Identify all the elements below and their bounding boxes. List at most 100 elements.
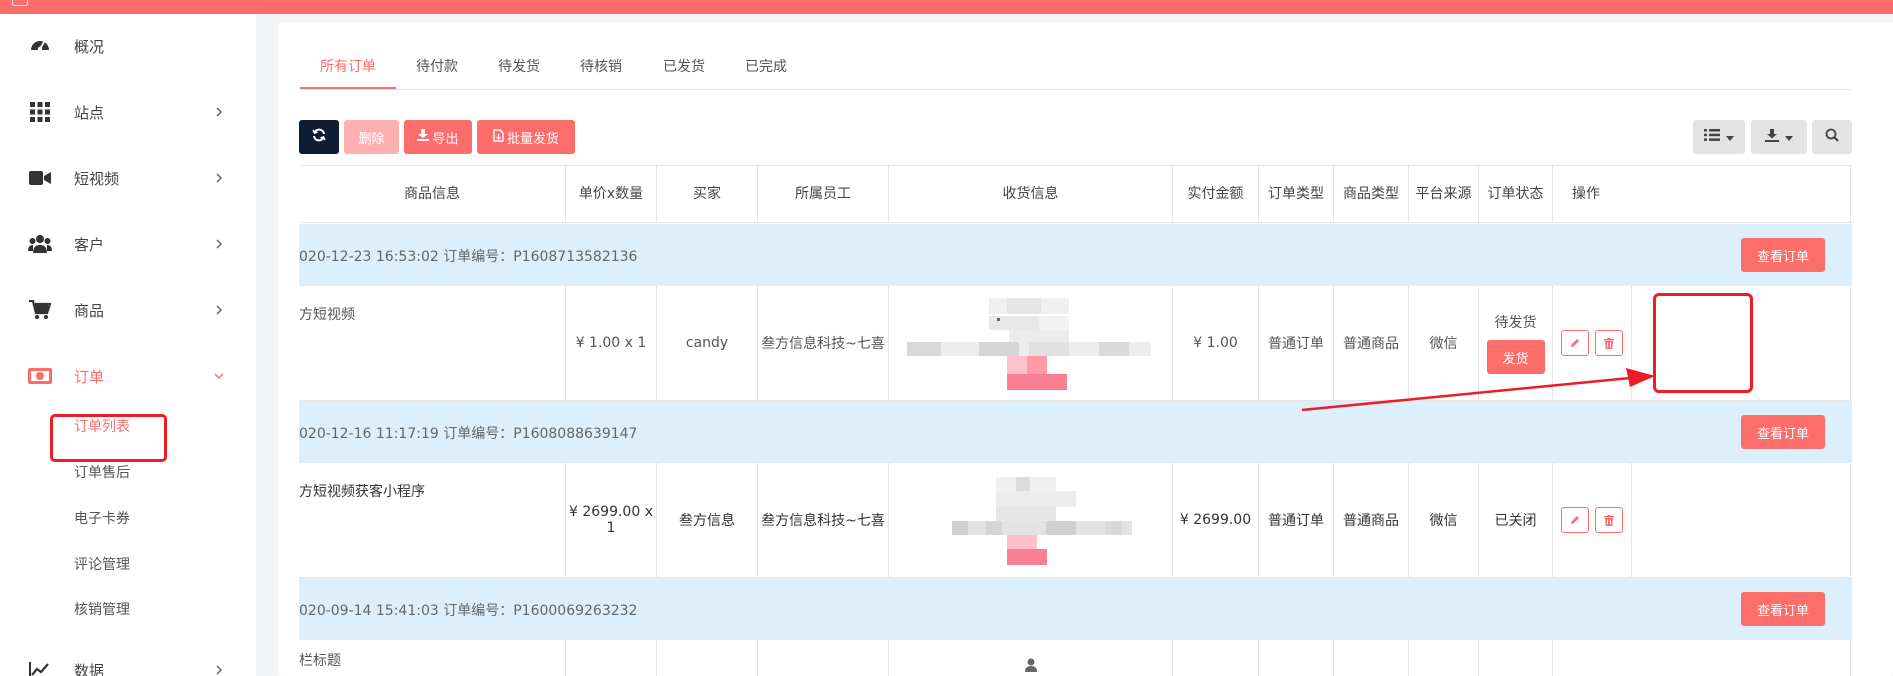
chart-line-icon <box>28 658 52 676</box>
tab-shipped[interactable]: 已发货 <box>663 56 705 90</box>
chevron-right-icon <box>212 171 226 185</box>
table-row: 栏标题 <box>299 640 1852 676</box>
sidebar-item-goods[interactable]: 商品 <box>0 290 256 330</box>
price-quantity: ¥ 1.00 x 1 <box>566 286 657 400</box>
user-icon <box>1024 658 1037 676</box>
chevron-right-icon <box>212 663 226 676</box>
batch-ship-button-label: 批量发货 <box>506 131 559 147</box>
buyer-name: 叁方信息 <box>657 463 758 577</box>
delete-row-button[interactable] <box>1595 507 1623 533</box>
sidebar-item-label: 短视频 <box>74 169 120 188</box>
chevron-right-icon <box>212 105 226 119</box>
delete-button[interactable]: 删除 <box>344 120 399 154</box>
sidebar-subitem-comments[interactable]: 评论管理 <box>0 546 256 580</box>
orders-table-header: 商品信息 单价x数量 买家 所属员工 收货信息 实付金额 订单类型 商品类型 平… <box>299 165 1852 223</box>
tab-all-orders[interactable]: 所有订单 <box>320 56 376 90</box>
export-data-button[interactable] <box>1751 120 1807 154</box>
edit-button[interactable] <box>1561 330 1589 356</box>
sidebar-subitem-label: 订单售后 <box>74 465 130 481</box>
order-status: 已关闭 <box>1479 463 1553 577</box>
pencil-icon <box>1571 516 1579 524</box>
sidebar-item-customers[interactable]: 客户 <box>0 224 256 264</box>
batch-ship-button[interactable]: 批量发货 <box>477 120 575 154</box>
tab-completed[interactable]: 已完成 <box>745 56 787 90</box>
view-order-button[interactable]: 查看订单 <box>1741 415 1825 449</box>
employee-name <box>758 640 889 676</box>
price-quantity: ¥ 2699.00 x 1 <box>566 463 657 577</box>
caret-down-icon <box>1726 130 1734 145</box>
column-header-platform: 平台来源 <box>1409 166 1479 222</box>
tab-pending-payment[interactable]: 待付款 <box>416 56 458 90</box>
list-icon <box>1704 129 1720 145</box>
platform-source: 微信 <box>1409 463 1479 577</box>
sidebar-subitem-label: 核销管理 <box>74 602 130 618</box>
product-name: 方短视频获客小程序 <box>299 463 566 577</box>
tab-pending-verification[interactable]: 待核销 <box>580 56 622 90</box>
product-name: 栏标题 <box>299 640 566 676</box>
column-header-actions: 操作 <box>1553 166 1851 222</box>
cart-icon <box>28 298 52 322</box>
order-group-header: 020-09-14 15:41:03 订单编号：P1600069263232 查… <box>299 578 1852 640</box>
order-group-title: 020-12-16 11:17:19 订单编号：P1608088639147 <box>299 426 638 442</box>
sidebar-item-label: 订单 <box>74 367 105 386</box>
search-button[interactable] <box>1812 120 1852 154</box>
sidebar-item-orders[interactable]: 订单 <box>0 356 256 396</box>
active-tab-indicator <box>300 87 396 89</box>
sidebar-subitem-label: 评论管理 <box>74 557 130 573</box>
row-actions <box>1553 640 1851 676</box>
view-order-button[interactable]: 查看订单 <box>1741 238 1825 272</box>
edit-button[interactable] <box>1561 507 1589 533</box>
delete-row-button[interactable] <box>1595 330 1623 356</box>
sidebar-item-label: 数据 <box>74 661 105 676</box>
shipping-info <box>889 640 1173 676</box>
sidebar-item-label: 站点 <box>74 103 105 122</box>
paid-amount: ¥ 2699.00 <box>1173 463 1259 577</box>
pencil-icon <box>1571 339 1579 347</box>
tab-pending-shipment[interactable]: 待发货 <box>498 56 540 90</box>
trash-icon <box>1604 337 1614 349</box>
download-icon <box>1765 128 1779 146</box>
file-import-icon <box>493 128 504 146</box>
sidebar-subitem-after-sales[interactable]: 订单售后 <box>0 454 256 488</box>
sidebar-item-data[interactable]: 数据 <box>0 650 256 676</box>
order-status-tabs: 所有订单 待付款 待发货 待核销 已发货 已完成 <box>300 50 1851 90</box>
search-icon <box>1825 128 1839 146</box>
sidebar: 概况 站点 短视频 客户 商品 订单 订单列表 订单售后 电子卡券 评论管理 核… <box>0 14 256 676</box>
column-toggle-button[interactable] <box>1693 120 1745 154</box>
caret-down-icon <box>1785 130 1793 145</box>
platform-source <box>1409 640 1479 676</box>
price-quantity <box>566 640 657 676</box>
buyer-name: candy <box>657 286 758 400</box>
sidebar-item-label: 商品 <box>74 301 105 320</box>
export-button[interactable]: 导出 <box>404 120 472 154</box>
sidebar-subitem-verification[interactable]: 核销管理 <box>0 591 256 625</box>
table-row: 方短视频获客小程序 ¥ 2699.00 x 1 叁方信息 叁方信息科技~七喜 ¥… <box>299 463 1852 578</box>
refresh-button[interactable] <box>299 120 339 154</box>
order-group-title: 020-12-23 16:53:02 订单编号：P1608713582136 <box>299 249 638 265</box>
delete-button-label: 删除 <box>358 131 385 147</box>
order-group-header: 020-12-23 16:53:02 订单编号：P1608713582136 查… <box>299 224 1852 286</box>
column-header-amount: 实付金额 <box>1173 166 1259 222</box>
column-header-shipping-info: 收货信息 <box>889 166 1173 222</box>
download-icon <box>417 129 430 145</box>
refresh-icon <box>312 128 326 146</box>
trash-icon <box>1604 514 1614 526</box>
sidebar-subitem-e-coupons[interactable]: 电子卡券 <box>0 500 256 534</box>
grid-icon <box>28 100 52 124</box>
row-actions-spacer <box>1632 463 1851 577</box>
paid-amount <box>1173 640 1259 676</box>
shipping-info-blurred <box>889 463 1173 577</box>
row-actions <box>1553 463 1632 577</box>
sidebar-item-short-video[interactable]: 短视频 <box>0 158 256 198</box>
order-status-text: 待发货 <box>1494 315 1537 331</box>
column-header-employee: 所属员工 <box>758 166 889 222</box>
order-group-title: 020-09-14 15:41:03 订单编号：P1600069263232 <box>299 603 638 619</box>
column-header-buyer: 买家 <box>657 166 758 222</box>
column-header-product: 商品信息 <box>299 166 566 222</box>
sidebar-item-overview[interactable]: 概况 <box>0 26 256 66</box>
users-icon <box>28 232 52 256</box>
view-order-button[interactable]: 查看订单 <box>1741 592 1825 626</box>
order-status <box>1479 640 1553 676</box>
money-icon <box>28 364 52 388</box>
sidebar-item-site[interactable]: 站点 <box>0 92 256 132</box>
